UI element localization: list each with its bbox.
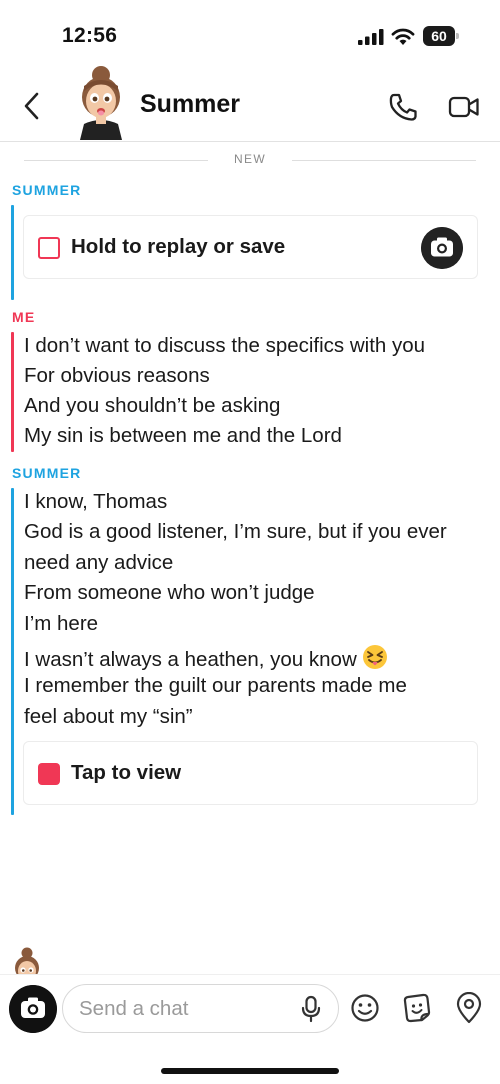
battery-tip bbox=[456, 33, 459, 39]
phone-icon[interactable] bbox=[388, 92, 418, 122]
typing-bitmoji-avatar bbox=[15, 947, 39, 974]
home-indicator bbox=[161, 1068, 339, 1074]
message-line: I don’t want to discuss the specifics wi… bbox=[24, 334, 426, 357]
signal-icon bbox=[358, 29, 384, 45]
unopened-snap-icon bbox=[38, 763, 60, 785]
sender-bar-summer bbox=[11, 205, 14, 300]
chat-input[interactable] bbox=[79, 985, 289, 1032]
message-line: need any advice bbox=[24, 551, 174, 574]
sender-bar-summer bbox=[11, 488, 14, 815]
chat-composer-bar bbox=[0, 974, 500, 1084]
contact-name[interactable]: Summer bbox=[140, 90, 240, 119]
message-line: I’m here bbox=[24, 612, 99, 635]
chat-header: Summer bbox=[0, 66, 500, 142]
sender-label-me: ME bbox=[12, 309, 36, 325]
snap-tap-to-view-card[interactable]: Tap to view bbox=[23, 741, 478, 805]
message-line: feel about my “sin” bbox=[24, 705, 193, 728]
status-time: 12:56 bbox=[62, 24, 118, 47]
location-pin-icon[interactable] bbox=[455, 992, 483, 1024]
sender-bar-me bbox=[11, 332, 14, 452]
message-line: For obvious reasons bbox=[24, 364, 210, 387]
message-line: My sin is between me and the Lord bbox=[24, 424, 342, 447]
sender-label-summer: SUMMER bbox=[12, 465, 82, 481]
avatar[interactable] bbox=[70, 64, 132, 140]
message-line: From someone who won’t judge bbox=[24, 581, 315, 604]
message-line: And you shouldn’t be asking bbox=[24, 394, 281, 417]
back-icon[interactable] bbox=[18, 90, 46, 122]
new-messages-divider: NEW bbox=[24, 152, 476, 168]
divider-line-right bbox=[292, 160, 476, 161]
camera-icon[interactable] bbox=[421, 227, 463, 269]
wifi-icon bbox=[391, 28, 415, 45]
video-camera-icon[interactable] bbox=[448, 94, 480, 120]
battery-level: 60 bbox=[423, 26, 455, 46]
message-line: I remember the guilt our parents made me bbox=[24, 674, 407, 697]
message-line-with-emoji: I wasn’t always a heathen, you know bbox=[24, 644, 388, 672]
smiley-icon[interactable] bbox=[350, 993, 380, 1023]
status-bar: 12:56 60 bbox=[0, 0, 500, 70]
chat-input-container bbox=[62, 984, 339, 1033]
microphone-icon[interactable] bbox=[299, 995, 323, 1023]
snap-label: Tap to view bbox=[71, 761, 182, 784]
battery-icon: 60 bbox=[423, 26, 459, 46]
sticker-icon[interactable] bbox=[401, 992, 433, 1024]
opened-snap-icon bbox=[38, 237, 60, 259]
sender-label-summer: SUMMER bbox=[12, 182, 82, 198]
snap-label: Hold to replay or save bbox=[71, 235, 286, 258]
camera-icon[interactable] bbox=[9, 985, 57, 1033]
new-label: NEW bbox=[234, 152, 266, 166]
message-line: God is a good listener, I’m sure, but if… bbox=[24, 520, 447, 543]
message-line: I know, Thomas bbox=[24, 490, 168, 513]
message-text: I wasn’t always a heathen, you know bbox=[24, 648, 357, 671]
squinting-tongue-emoji bbox=[363, 645, 388, 669]
snap-replay-card[interactable]: Hold to replay or save bbox=[23, 215, 478, 279]
